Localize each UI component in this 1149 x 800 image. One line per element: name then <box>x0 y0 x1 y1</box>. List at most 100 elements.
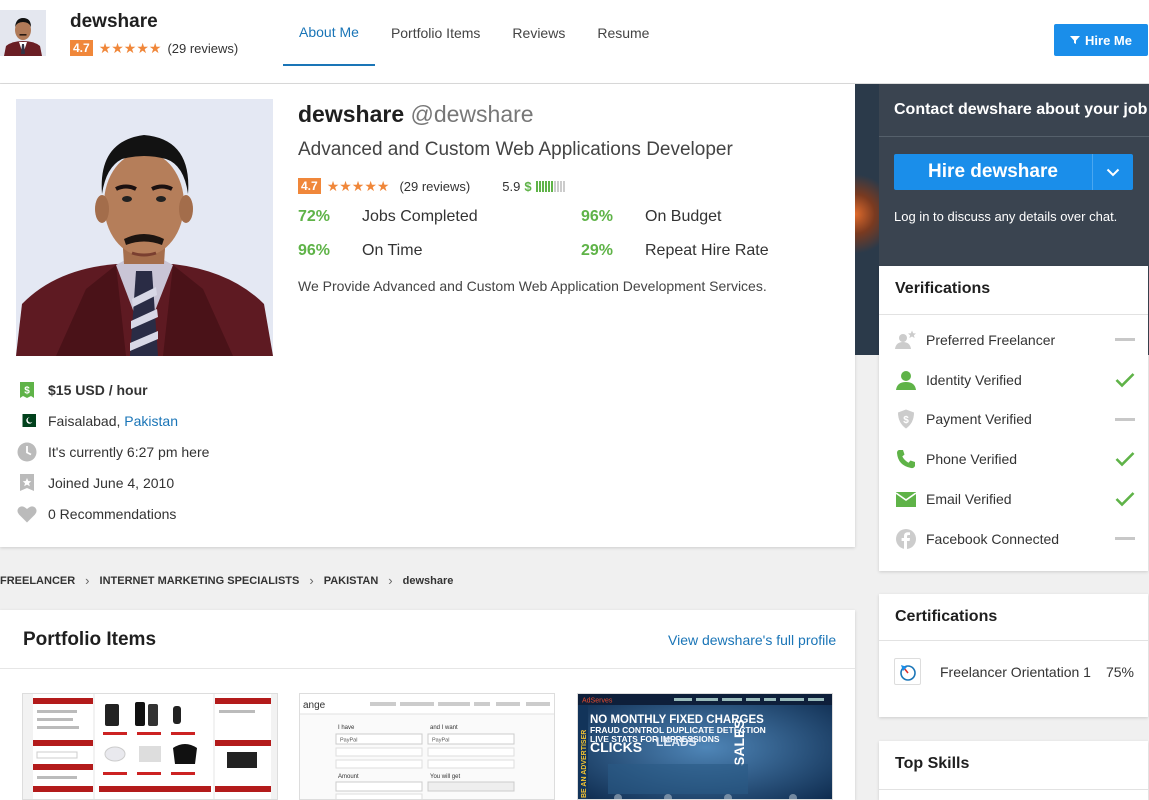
portfolio-thumbnail[interactable]: ange I have and I want PayPal PayPal Amo… <box>299 693 555 800</box>
envelope-icon <box>895 488 917 510</box>
country-link[interactable]: Pakistan <box>124 413 178 429</box>
top-skills-card: Top Skills <box>879 741 1148 800</box>
score-value: 5.9 <box>502 178 521 194</box>
tab-reviews[interactable]: Reviews <box>496 0 581 66</box>
stat-on-time-label: On Time <box>362 242 423 259</box>
dash-icon <box>1111 338 1135 342</box>
verification-label: Phone Verified <box>926 451 1018 468</box>
earnings-score: 5.9 $ <box>502 178 565 194</box>
shield-dollar-icon: $ <box>895 408 917 430</box>
money-icon: $ <box>16 379 38 401</box>
chevron-right-icon: › <box>309 573 314 588</box>
thumb-want-label: and I want <box>430 725 458 731</box>
contact-note: Log in to discuss any details over chat. <box>894 209 1118 224</box>
tab-resume[interactable]: Resume <box>581 0 665 66</box>
profile-tagline: Advanced and Custom Web Applications Dev… <box>298 139 733 160</box>
dash-icon <box>1111 537 1135 541</box>
verifications-list: Preferred Freelancer Identity Verified $… <box>895 320 1135 559</box>
star-rating-icon: ★★★★★ <box>98 40 162 56</box>
profile-stats: 72% Jobs Completed 96% On Budget 96% On … <box>298 208 838 260</box>
thumb-have-label: I have <box>338 725 355 731</box>
svg-text:$: $ <box>24 385 30 396</box>
location-text: Faisalabad, Pakistan <box>48 413 178 429</box>
profile-card: dewshare @dewshare Advanced and Custom W… <box>0 84 855 547</box>
verification-label: Email Verified <box>926 491 1012 508</box>
rating-badge: 4.7 <box>298 178 321 194</box>
divider <box>879 789 1148 790</box>
checkmark-icon <box>1111 372 1135 388</box>
divider <box>879 136 1149 137</box>
avatar[interactable] <box>0 10 46 56</box>
checkmark-icon <box>1111 491 1135 507</box>
thumb-brand: ange <box>303 700 326 711</box>
tab-about-me[interactable]: About Me <box>283 0 375 66</box>
score-bar-segment <box>550 180 553 192</box>
calendar-star-icon <box>16 472 38 494</box>
verifications-title: Verifications <box>895 280 991 297</box>
chevron-right-icon: › <box>388 573 393 588</box>
certifications-title: Certifications <box>895 608 998 625</box>
thumb-side-text: SALES <box>731 719 747 766</box>
stat-repeat-hire-label: Repeat Hire Rate <box>645 242 769 259</box>
hire-freelancer-button[interactable]: Hire dewshare <box>894 154 1133 190</box>
score-bar-segment <box>544 180 547 192</box>
stat-on-budget-label: On Budget <box>645 208 722 225</box>
top-skills-title: Top Skills <box>895 755 970 772</box>
joined-date: Joined June 4, 2010 <box>16 467 209 498</box>
breadcrumb: FREELANCER › INTERNET MARKETING SPECIALI… <box>0 573 453 588</box>
verification-preferred-freelancer: Preferred Freelancer <box>895 320 1135 360</box>
local-time-text: It's currently 6:27 pm here <box>48 443 210 460</box>
freelancer-name: dewshare <box>70 11 158 32</box>
breadcrumb-item[interactable]: PAKISTAN <box>324 575 379 587</box>
portfolio-thumbnail[interactable] <box>22 693 278 800</box>
certification-item[interactable]: Freelancer Orientation 1 75% <box>894 658 1134 685</box>
dollar-icon: $ <box>524 178 532 194</box>
heart-icon <box>16 503 38 525</box>
filter-icon <box>1070 36 1081 44</box>
review-count[interactable]: (29 reviews) <box>399 179 470 194</box>
hourly-rate: $ $15 USD / hour <box>16 374 209 405</box>
dash-icon <box>1111 417 1135 421</box>
verification-facebook: Facebook Connected <box>895 519 1135 559</box>
chevron-right-icon: › <box>85 573 90 588</box>
header-rating: 4.7 ★★★★★ (29 reviews) <box>70 40 238 56</box>
user-icon <box>895 369 917 391</box>
score-bar-segment <box>535 180 538 192</box>
score-bar <box>535 180 565 192</box>
score-bar-segment <box>553 180 556 192</box>
hire-me-button[interactable]: Hire Me <box>1054 24 1148 56</box>
view-full-profile-link[interactable]: View dewshare's full profile <box>668 632 836 648</box>
verification-phone: Phone Verified <box>895 439 1135 479</box>
profile-description: We Provide Advanced and Custom Web Appli… <box>298 278 767 294</box>
stat-on-time-value: 96% <box>298 242 331 259</box>
thumb-big-text: CLICKS <box>590 739 642 755</box>
recommendations-text: 0 Recommendations <box>48 505 177 522</box>
divider <box>0 668 855 669</box>
verification-label: Preferred Freelancer <box>926 331 1056 348</box>
hire-freelancer-label[interactable]: Hire dewshare <box>894 161 1092 183</box>
review-count[interactable]: (29 reviews) <box>167 41 238 56</box>
certification-score: 75% <box>1105 663 1134 680</box>
thumb-get-label: You will get <box>430 774 460 780</box>
chevron-down-icon[interactable] <box>1092 154 1133 190</box>
city: Faisalabad, <box>48 412 121 429</box>
checkmark-icon <box>1111 451 1135 467</box>
user-handle: @dewshare <box>410 101 534 127</box>
thumb-select-want: PayPal <box>432 738 449 744</box>
stat-jobs-completed-label: Jobs Completed <box>362 208 478 225</box>
clock-icon <box>16 441 38 463</box>
display-name: dewshare @dewshare <box>298 101 534 128</box>
breadcrumb-current: dewshare <box>402 574 454 587</box>
breadcrumb-item[interactable]: FREELANCER <box>0 575 75 587</box>
tab-portfolio-items[interactable]: Portfolio Items <box>375 0 496 66</box>
portfolio-thumbnail[interactable]: AdServes BE AN ADVERTISER NO MONTHLY FIX… <box>577 693 833 800</box>
profile-tabs: About Me Portfolio Items Reviews Resume <box>283 0 665 66</box>
recommendations: 0 Recommendations <box>16 498 209 529</box>
breadcrumb-item[interactable]: INTERNET MARKETING SPECIALISTS <box>100 575 300 587</box>
score-bar-segment <box>559 180 562 192</box>
location: Faisalabad, Pakistan <box>16 405 209 436</box>
username: dewshare <box>298 101 405 127</box>
rating-badge: 4.7 <box>70 40 93 56</box>
thumb-big-text: LEADS <box>656 735 697 749</box>
score-bar-segment <box>538 180 541 192</box>
